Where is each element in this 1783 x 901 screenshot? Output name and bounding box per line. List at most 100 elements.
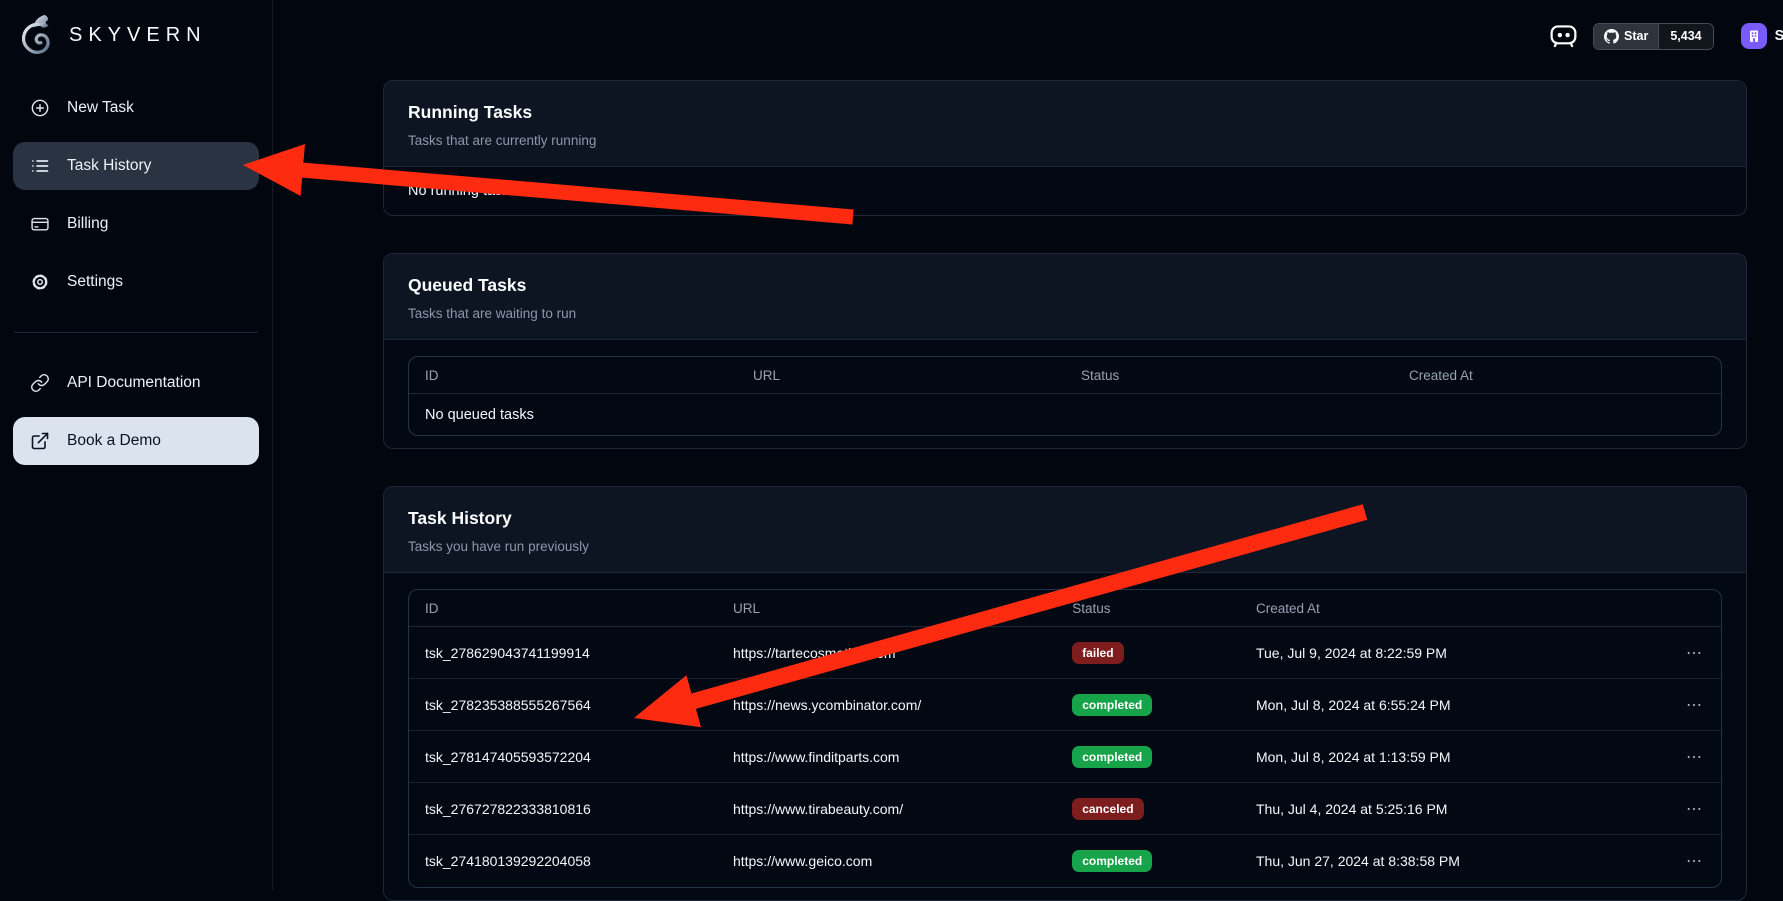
sidebar-item-billing[interactable]: Billing [13,200,259,248]
task-url-cell: https://tartecosmetics.com [717,645,1056,661]
avatar[interactable] [1741,23,1767,49]
running-tasks-card: Running Tasks Tasks that are currently r… [383,80,1747,216]
ellipsis-icon: ⋯ [1686,645,1703,662]
ellipsis-icon: ⋯ [1686,749,1703,766]
ellipsis-icon: ⋯ [1686,801,1703,818]
sidebar: SKYVERN New Task Task History Billing [0,0,273,890]
skyvern-logo-dragon-icon [15,12,61,58]
history-table-header: ID URL Status Created At [409,590,1721,627]
running-tasks-subtitle: Tasks that are currently running [408,133,1722,148]
plus-circle-icon [30,98,50,118]
github-star-label: Star [1624,29,1648,43]
table-row[interactable]: tsk_276727822333810816 https://www.tirab… [409,783,1721,835]
task-id-cell: tsk_278629043741199914 [409,645,717,661]
task-status-cell: canceled [1056,798,1240,820]
sidebar-item-task-history[interactable]: Task History [13,142,259,190]
gear-icon [30,272,50,292]
book-a-demo-label: Book a Demo [67,432,161,450]
task-history-header: Task History Tasks you have run previous… [384,487,1746,573]
queued-tasks-empty: No queued tasks [409,394,1721,435]
sidebar-nav: New Task Task History Billing Settings [13,84,259,465]
queued-table-header: ID URL Status Created At [409,357,1721,394]
book-a-demo-button[interactable]: Book a Demo [13,417,259,465]
ellipsis-icon: ⋯ [1686,853,1703,870]
task-history-table: ID URL Status Created At tsk_27862904374… [408,589,1722,888]
history-table-body: tsk_278629043741199914 https://tartecosm… [409,627,1721,887]
user-name: Sk [1775,28,1783,44]
queued-tasks-table: ID URL Status Created At No queued tasks [408,356,1722,436]
building-icon [1747,29,1761,43]
task-history-title: Task History [408,508,1722,529]
queued-tasks-subtitle: Tasks that are waiting to run [408,306,1722,321]
task-url-cell: https://www.finditparts.com [717,749,1056,765]
sidebar-item-label: Billing [67,215,108,233]
created-at-cell: Tue, Jul 9, 2024 at 8:22:59 PM [1240,645,1662,661]
sidebar-item-label: New Task [67,99,134,117]
task-history-card: Task History Tasks you have run previous… [383,486,1747,901]
github-star-count[interactable]: 5,434 [1658,24,1712,49]
main-content: Running Tasks Tasks that are currently r… [273,0,1783,901]
brand: SKYVERN [13,10,259,68]
column-header-url: URL [737,368,1065,383]
table-row[interactable]: tsk_278147405593572204 https://www.findi… [409,731,1721,783]
task-history-body: ID URL Status Created At tsk_27862904374… [384,573,1746,900]
status-badge: failed [1072,642,1123,664]
column-header-created-at: Created At [1240,601,1662,616]
ellipsis-icon: ⋯ [1686,697,1703,714]
status-badge: completed [1072,694,1152,716]
task-url-cell: https://www.geico.com [717,853,1056,869]
task-url-cell: https://www.tirabeauty.com/ [717,801,1056,817]
task-status-cell: completed [1056,850,1240,872]
sidebar-item-api-documentation[interactable]: API Documentation [13,359,259,407]
github-star-widget[interactable]: Star 5,434 [1593,23,1714,50]
row-actions-button[interactable]: ⋯ [1662,799,1721,819]
column-header-status: Status [1065,368,1393,383]
running-tasks-title: Running Tasks [408,102,1722,123]
sidebar-item-settings[interactable]: Settings [13,258,259,306]
sidebar-item-new-task[interactable]: New Task [13,84,259,132]
external-link-icon [30,431,50,451]
created-at-cell: Thu, Jun 27, 2024 at 8:38:58 PM [1240,853,1662,869]
running-tasks-empty: No running tasks [384,167,1746,215]
row-actions-button[interactable]: ⋯ [1662,643,1721,663]
created-at-cell: Mon, Jul 8, 2024 at 6:55:24 PM [1240,697,1662,713]
link-icon [30,373,50,393]
credit-card-icon [30,214,50,234]
topbar: Star 5,434 Sk [1548,21,1783,51]
column-header-id: ID [409,368,737,383]
task-id-cell: tsk_278147405593572204 [409,749,717,765]
status-badge: completed [1072,850,1152,872]
task-status-cell: completed [1056,746,1240,768]
task-status-cell: failed [1056,642,1240,664]
column-header-id: ID [409,601,717,616]
table-row[interactable]: tsk_278235388555267564 https://news.ycom… [409,679,1721,731]
row-actions-button[interactable]: ⋯ [1662,695,1721,715]
brand-name: SKYVERN [69,24,207,47]
sidebar-item-label: Settings [67,273,123,291]
created-at-cell: Mon, Jul 8, 2024 at 1:13:59 PM [1240,749,1662,765]
column-header-created-at: Created At [1393,368,1721,383]
task-id-cell: tsk_274180139292204058 [409,853,717,869]
queued-tasks-title: Queued Tasks [408,275,1722,296]
task-id-cell: tsk_278235388555267564 [409,697,717,713]
queued-tasks-header: Queued Tasks Tasks that are waiting to r… [384,254,1746,340]
running-tasks-header: Running Tasks Tasks that are currently r… [384,81,1746,167]
github-star-button[interactable]: Star [1594,24,1658,49]
table-row[interactable]: tsk_274180139292204058 https://www.geico… [409,835,1721,887]
row-actions-button[interactable]: ⋯ [1662,747,1721,767]
discord-icon[interactable] [1548,23,1579,49]
queued-tasks-body: ID URL Status Created At No queued tasks [384,340,1746,448]
status-badge: completed [1072,746,1152,768]
created-at-cell: Thu, Jul 4, 2024 at 5:25:16 PM [1240,801,1662,817]
sidebar-divider [14,332,258,333]
sidebar-item-label: Task History [67,157,151,175]
column-header-status: Status [1056,601,1240,616]
task-status-cell: completed [1056,694,1240,716]
column-header-url: URL [717,601,1056,616]
table-row[interactable]: tsk_278629043741199914 https://tartecosm… [409,627,1721,679]
sidebar-item-label: API Documentation [67,374,201,392]
github-octocat-icon [1604,29,1619,44]
task-id-cell: tsk_276727822333810816 [409,801,717,817]
task-url-cell: https://news.ycombinator.com/ [717,697,1056,713]
row-actions-button[interactable]: ⋯ [1662,851,1721,871]
